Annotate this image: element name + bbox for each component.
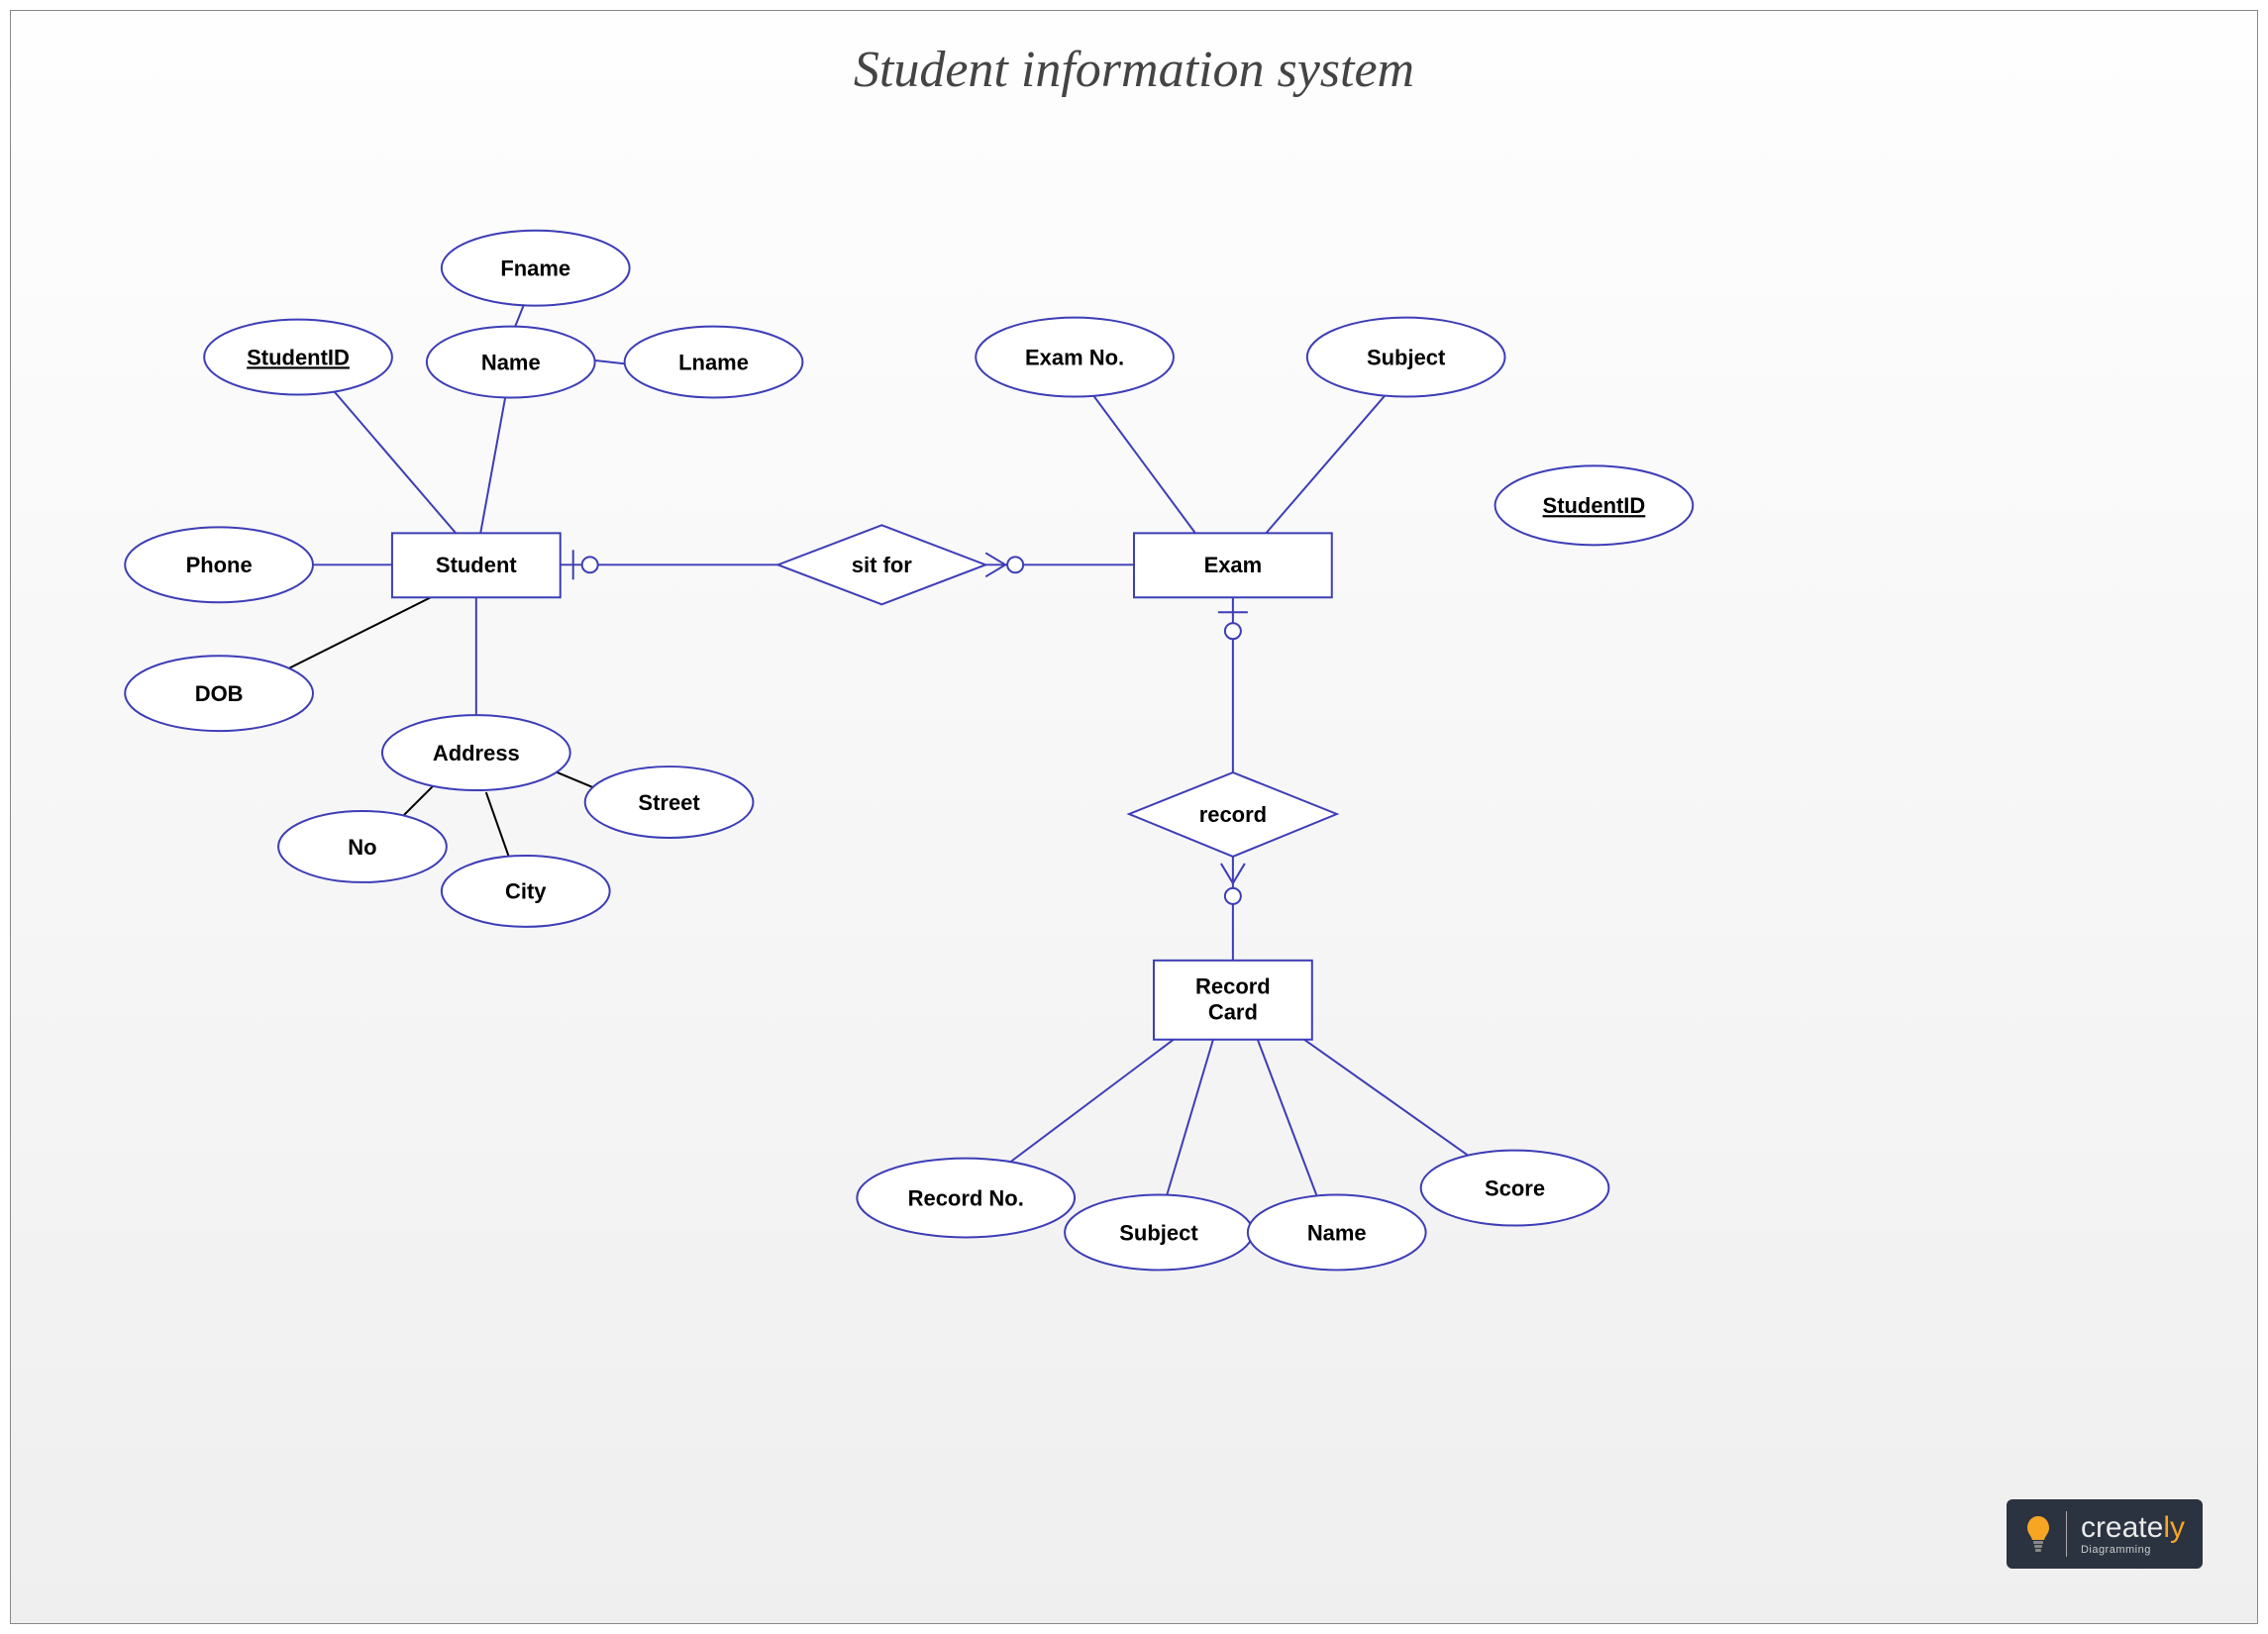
attr-fname: Fname: [442, 231, 630, 306]
entity-record-card-label-2: Card: [1208, 1000, 1258, 1025]
attr-record-no-label: Record No.: [908, 1185, 1024, 1210]
attr-phone-label: Phone: [186, 553, 253, 577]
cf-student-circle: [582, 557, 598, 572]
cf-record-circle: [1225, 888, 1241, 904]
attr-no-label: No: [348, 835, 376, 860]
diagram-canvas: Student information system: [10, 10, 2258, 1624]
edge-exam-subject: [1263, 377, 1401, 538]
attr-city: City: [442, 856, 610, 927]
attr-dob: DOB: [125, 656, 313, 731]
entity-record-card-label-1: Record: [1195, 974, 1271, 999]
attr-address-label: Address: [433, 741, 520, 766]
attr-dob-label: DOB: [195, 681, 244, 706]
attr-city-label: City: [505, 879, 547, 904]
entity-exam-label: Exam: [1204, 553, 1263, 577]
attr-rc-subject-label: Subject: [1119, 1220, 1198, 1245]
rel-sit-for-label: sit for: [852, 553, 912, 577]
cf-sitfor-circle: [1007, 557, 1023, 572]
creately-logo: creately Diagramming: [2007, 1499, 2203, 1569]
attr-student-id-label: StudentID: [247, 345, 350, 369]
attr-rc-name-label: Name: [1307, 1220, 1367, 1245]
attr-subject-exam-label: Subject: [1367, 345, 1446, 369]
attr-rc-score-label: Score: [1485, 1175, 1545, 1200]
rel-sit-for: sit for: [777, 525, 985, 604]
logo-tagline: Diagramming: [2081, 1545, 2185, 1556]
cf-exam-circle: [1225, 623, 1241, 639]
attr-subject-exam: Subject: [1307, 318, 1505, 397]
attr-street: Street: [585, 766, 754, 838]
attr-rc-name: Name: [1248, 1195, 1426, 1271]
attr-record-no: Record No.: [857, 1159, 1075, 1238]
attr-name: Name: [427, 327, 595, 398]
edge-exam-examno: [1080, 377, 1198, 538]
attr-student-id-exam-label: StudentID: [1543, 493, 1646, 518]
logo-separator: [2066, 1511, 2067, 1557]
lightbulb-icon: [2024, 1514, 2052, 1554]
attr-exam-no: Exam No.: [976, 318, 1174, 397]
attr-name-label: Name: [481, 350, 541, 374]
attr-no: No: [278, 811, 447, 882]
attr-address: Address: [382, 715, 570, 790]
entity-record-card: Record Card: [1154, 961, 1312, 1040]
attr-student-id-exam: StudentID: [1495, 465, 1694, 545]
attr-phone: Phone: [125, 527, 313, 602]
rel-record-label: record: [1199, 802, 1267, 827]
entity-student: Student: [392, 533, 561, 597]
logo-brand-left: create: [2081, 1511, 2163, 1544]
attr-rc-subject: Subject: [1065, 1195, 1253, 1271]
rel-record: record: [1129, 772, 1337, 857]
attr-exam-no-label: Exam No.: [1025, 345, 1124, 369]
entity-exam: Exam: [1134, 533, 1332, 597]
attr-street-label: Street: [638, 790, 700, 815]
logo-brand-right: ly: [2163, 1511, 2185, 1544]
er-diagram-svg: Student Exam Record Card sit for record …: [11, 11, 2257, 1623]
attr-student-id: StudentID: [204, 320, 392, 395]
logo-wordmark: creately Diagramming: [2081, 1513, 2185, 1556]
attr-rc-score: Score: [1421, 1151, 1609, 1226]
attr-lname: Lname: [625, 327, 803, 398]
entity-student-label: Student: [436, 553, 517, 577]
attr-lname-label: Lname: [678, 350, 749, 374]
attr-fname-label: Fname: [500, 255, 570, 280]
